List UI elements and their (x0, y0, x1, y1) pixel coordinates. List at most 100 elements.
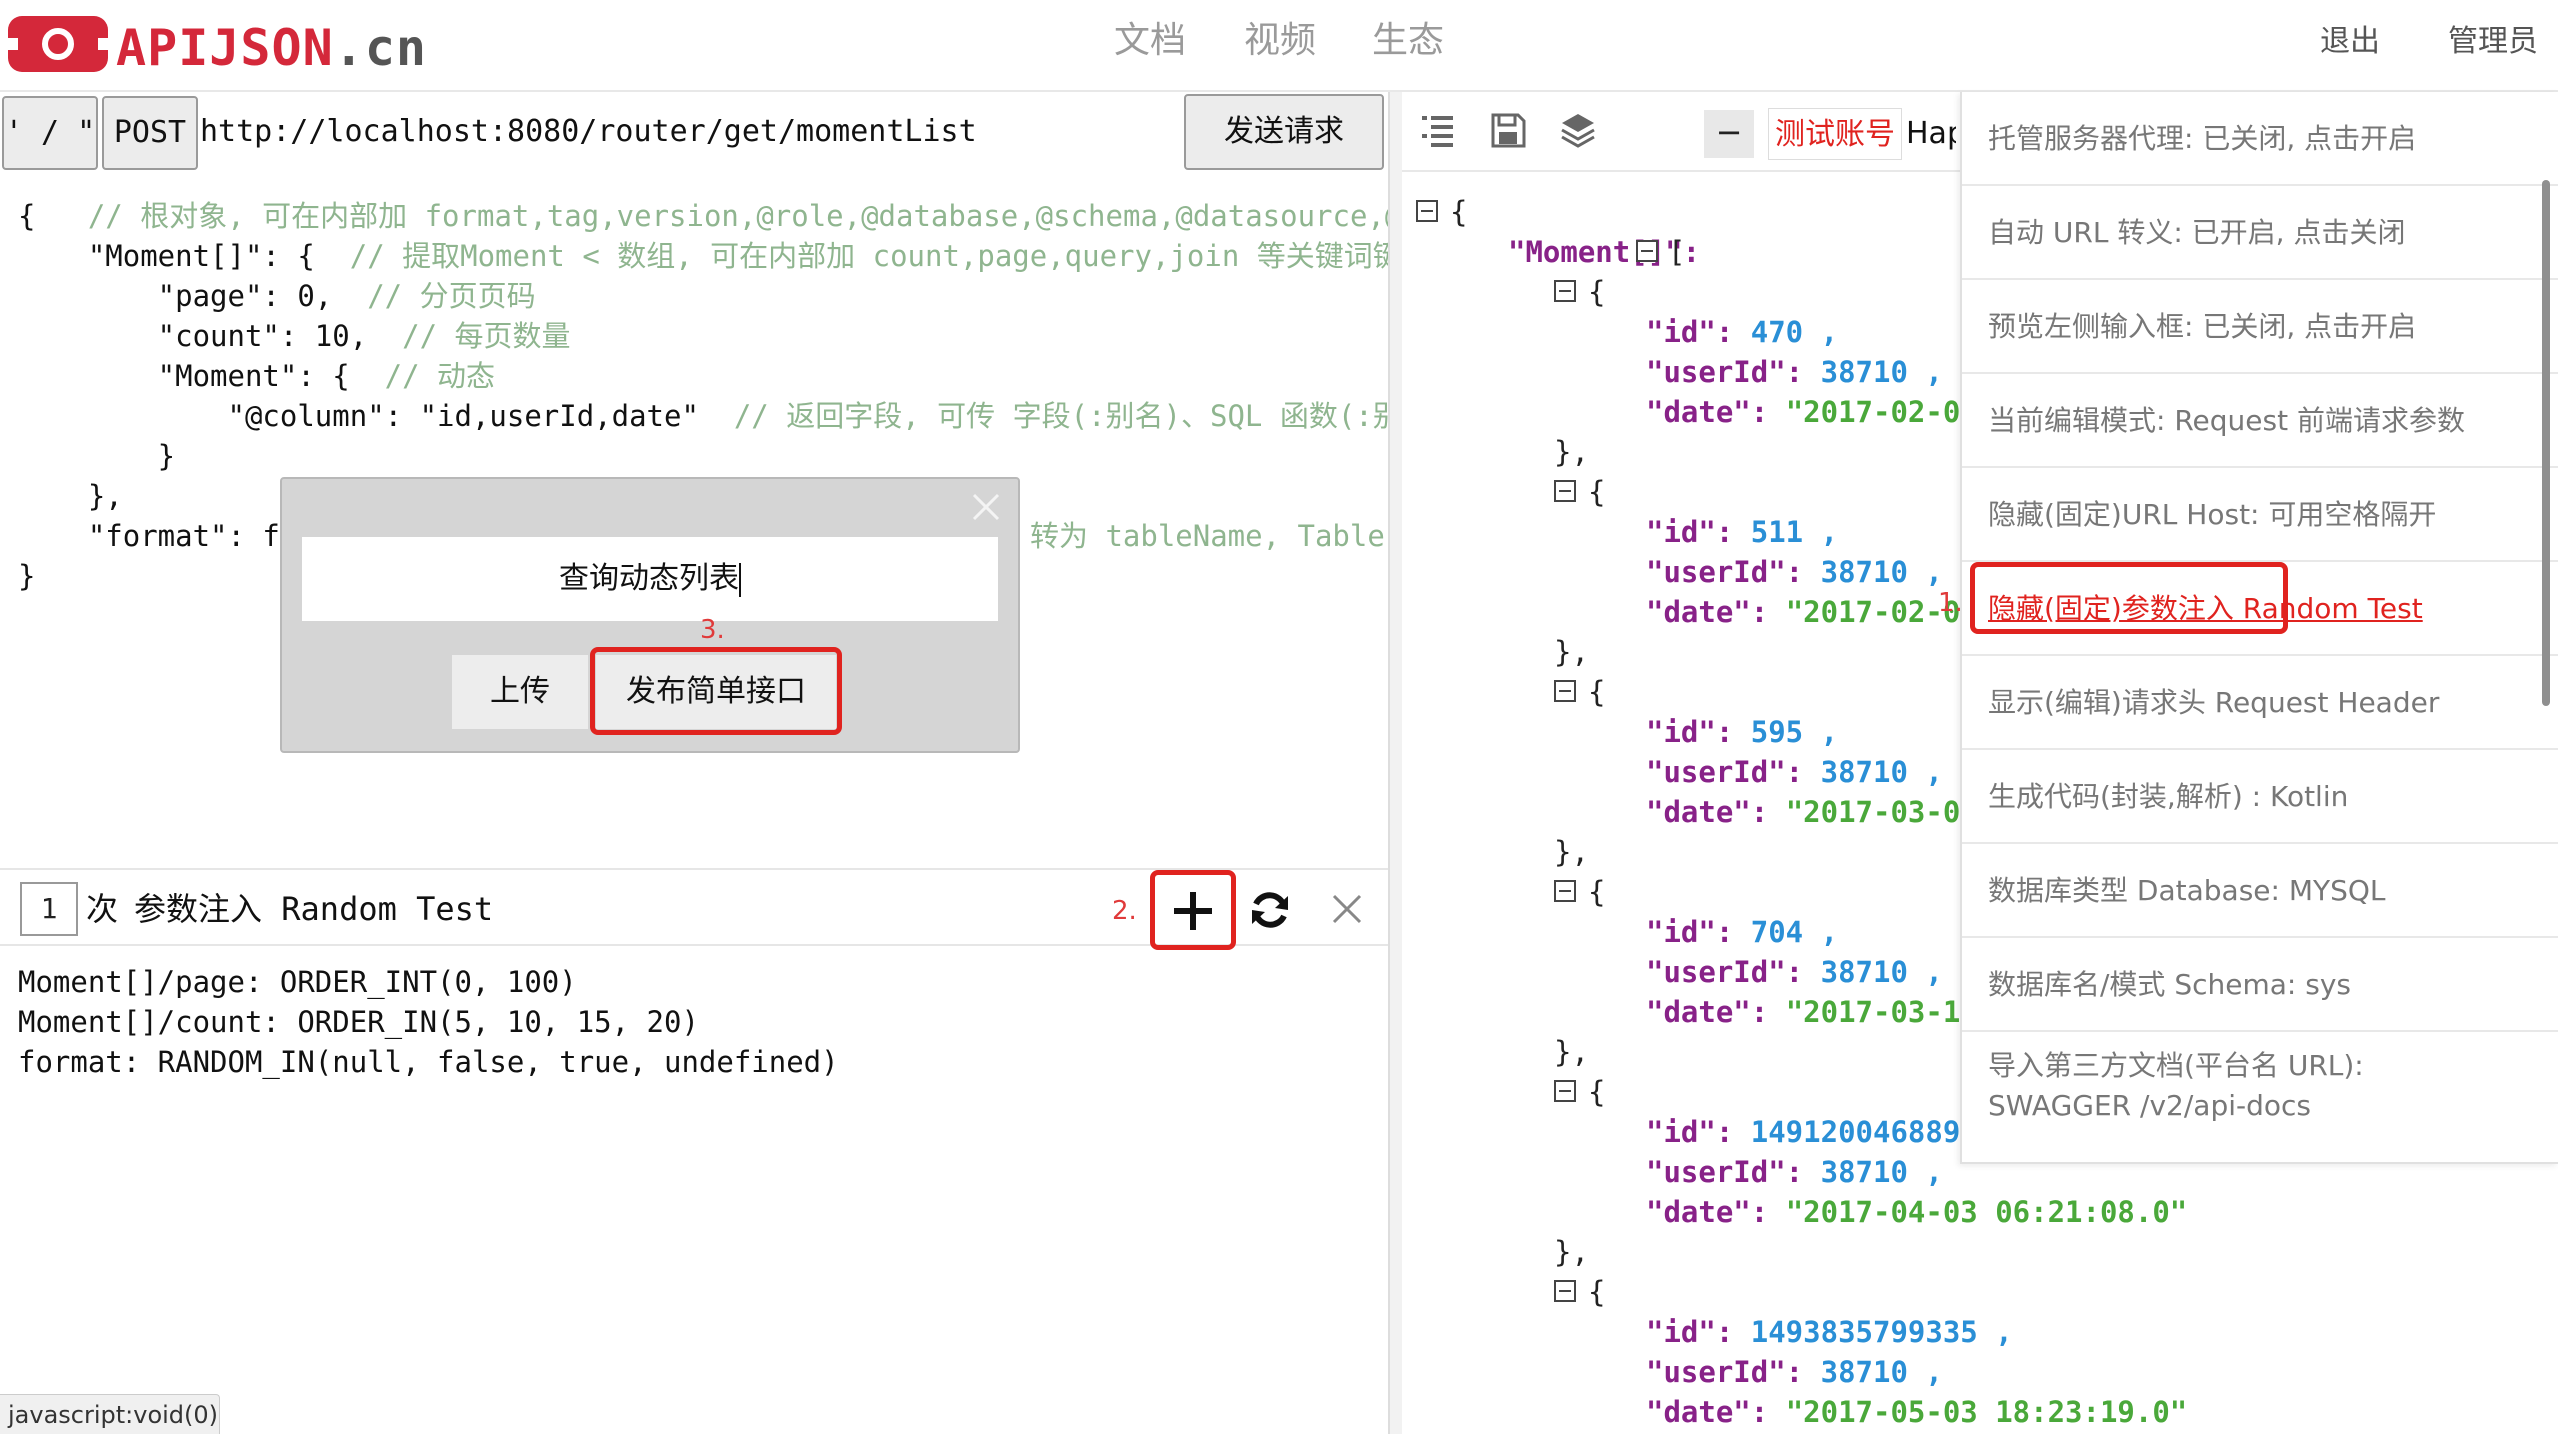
json-object-open: { (1588, 1275, 1606, 1309)
json-value: 38710 (1820, 755, 1908, 789)
json-key: "userId": (1646, 755, 1821, 789)
menu-item-hide-url-host[interactable]: 隐藏(固定)URL Host: 可用空格隔开 (1962, 468, 2558, 562)
close-icon[interactable] (1330, 892, 1364, 926)
menu-item-database-type[interactable]: 数据库类型 Database: MYSQL (1962, 844, 2558, 938)
menu-item-edit-mode[interactable]: 当前编辑模式: Request 前端请求参数 (1962, 374, 2558, 468)
json-key: "userId": (1646, 955, 1821, 989)
json-value: 1491200468898 (1750, 1115, 1978, 1149)
random-line: Moment[]/page: ORDER_INT(0, 100) (18, 965, 577, 999)
step-1-label: 1. (1938, 588, 1963, 618)
collapse-toggle-icon[interactable] (1554, 880, 1576, 902)
hap-tab[interactable]: Hap (1906, 108, 1956, 160)
text-caret (739, 562, 741, 597)
random-count-unit: 次 (86, 890, 119, 928)
json-value: "2017-03-05 (1785, 795, 1978, 829)
collapse-button[interactable]: − (1704, 110, 1754, 158)
random-count-input[interactable]: 1 (20, 882, 78, 936)
json-comma: , (1907, 555, 1943, 589)
json-key: "userId": (1646, 355, 1821, 389)
refresh-icon[interactable] (1248, 888, 1292, 932)
editor-code: "format": fa (18, 519, 298, 553)
collapse-toggle-icon[interactable] (1554, 1280, 1576, 1302)
collapse-toggle-icon[interactable] (1554, 280, 1576, 302)
nav-docs[interactable]: 文档 (1114, 18, 1186, 64)
json-key: "date": (1646, 395, 1786, 429)
collapse-toggle-icon[interactable] (1636, 240, 1658, 262)
test-account-tab[interactable]: 测试账号 (1768, 108, 1902, 160)
json-value: "2017-04-03 06:21:08.0" (1785, 1195, 2188, 1229)
admin-link[interactable]: 管理员 (2448, 22, 2538, 62)
collapse-toggle-icon[interactable] (1554, 680, 1576, 702)
json-array-open: [ (1668, 235, 1686, 269)
api-name-input[interactable]: 查询动态列表 (302, 537, 998, 621)
menu-item-preview-input[interactable]: 预览左侧输入框: 已关闭, 点击开启 (1962, 280, 2558, 374)
json-object-close: }, (1554, 635, 1589, 669)
json-field: "userId": 38710 , (1646, 952, 1943, 992)
json-field: "id": 704 , (1646, 912, 1838, 952)
json-key: "userId": (1646, 555, 1821, 589)
editor-line: "page": 0, // 分页页码 (18, 276, 536, 316)
menu-item-server-proxy[interactable]: 托管服务器代理: 已关闭, 点击开启 (1962, 92, 2558, 186)
json-object-close: }, (1554, 435, 1589, 469)
json-key: "userId": (1646, 1355, 1821, 1389)
add-icon[interactable] (1170, 888, 1216, 934)
menu-item-url-encode[interactable]: 自动 URL 转义: 已开启, 点击关闭 (1962, 186, 2558, 280)
nav-videos[interactable]: 视频 (1244, 18, 1316, 64)
request-panel: ' / " POST http://localhost:8080/router/… (0, 92, 1388, 1434)
send-request-button[interactable]: 发送请求 (1184, 94, 1384, 170)
json-object-open: { (1588, 675, 1606, 709)
json-value: 38710 (1820, 1355, 1908, 1389)
editor-comment: // 分页页码 (367, 279, 536, 313)
brand-name[interactable]: APIJSON.cn (116, 16, 427, 80)
json-object-close: }, (1554, 835, 1589, 869)
url-input[interactable]: http://localhost:8080/router/get/momentL… (200, 98, 1180, 166)
api-name-value: 查询动态列表 (559, 561, 739, 596)
json-object-open: { (1588, 275, 1606, 309)
random-config-editor[interactable]: Moment[]/page: ORDER_INT(0, 100) Moment[… (0, 962, 1388, 1162)
json-key: "date": (1646, 595, 1786, 629)
menu-scrollbar[interactable] (2542, 180, 2550, 706)
json-key: "id": (1646, 915, 1751, 949)
json-comma: , (1977, 1315, 2013, 1349)
editor-line: "Moment[]": { // 提取Moment < 数组, 可在内部加 co… (18, 236, 1388, 276)
json-value: "2017-05-03 18:23:19.0" (1785, 1395, 2188, 1429)
editor-line: "count": 10, // 每页数量 (18, 316, 571, 356)
json-key: "id": (1646, 1315, 1751, 1349)
editor-line: } (18, 436, 175, 476)
collapse-toggle-icon[interactable] (1554, 480, 1576, 502)
brand-suffix: .cn (333, 19, 428, 77)
editor-line: { // 根对象, 可在内部加 format,tag,version,@role… (18, 196, 1388, 236)
dialog-close-icon[interactable] (968, 489, 1004, 525)
quote-toggle-button[interactable]: ' / " (2, 96, 98, 170)
json-field: "date": "2017-03-12 (1646, 992, 1978, 1032)
collapse-toggle-icon[interactable] (1416, 200, 1438, 222)
menu-item-code-gen[interactable]: 生成代码(封装,解析) : Kotlin (1962, 750, 2558, 844)
nav-ecosystem[interactable]: 生态 (1372, 18, 1444, 64)
editor-code: "Moment[]": { (18, 239, 350, 273)
json-field: "date": "2017-02-08 (1646, 592, 1978, 632)
json-object-close: }, (1554, 1035, 1589, 1069)
format-list-icon[interactable] (1418, 110, 1458, 150)
editor-line: }, (18, 476, 123, 516)
layers-icon[interactable] (1558, 110, 1598, 150)
save-icon[interactable] (1488, 110, 1528, 150)
json-value: 511 (1750, 515, 1804, 549)
import-docs-line-1: 导入第三方文档(平台名 URL): (1988, 1049, 2364, 1082)
json-key: "date": (1646, 1395, 1786, 1429)
logout-link[interactable]: 退出 (2320, 22, 2380, 62)
method-button[interactable]: POST (102, 96, 198, 170)
menu-item-import-docs[interactable]: 导入第三方文档(平台名 URL): SWAGGER /v2/api-docs (1962, 1032, 2558, 1162)
logo-notch-right (98, 38, 108, 50)
upload-button[interactable]: 上传 (452, 655, 588, 729)
json-value: 38710 (1820, 955, 1908, 989)
editor-line: } (18, 556, 35, 596)
menu-item-request-header[interactable]: 显示(编辑)请求头 Request Header (1962, 656, 2558, 750)
panel-gutter (1390, 92, 1402, 1434)
json-value: "2017-02-01 (1785, 395, 1978, 429)
menu-item-schema[interactable]: 数据库名/模式 Schema: sys (1962, 938, 2558, 1032)
json-key: "userId": (1646, 1155, 1821, 1189)
json-value: 704 (1750, 915, 1804, 949)
apijson-logo[interactable] (8, 16, 108, 72)
json-value: 470 (1750, 315, 1804, 349)
collapse-toggle-icon[interactable] (1554, 1080, 1576, 1102)
